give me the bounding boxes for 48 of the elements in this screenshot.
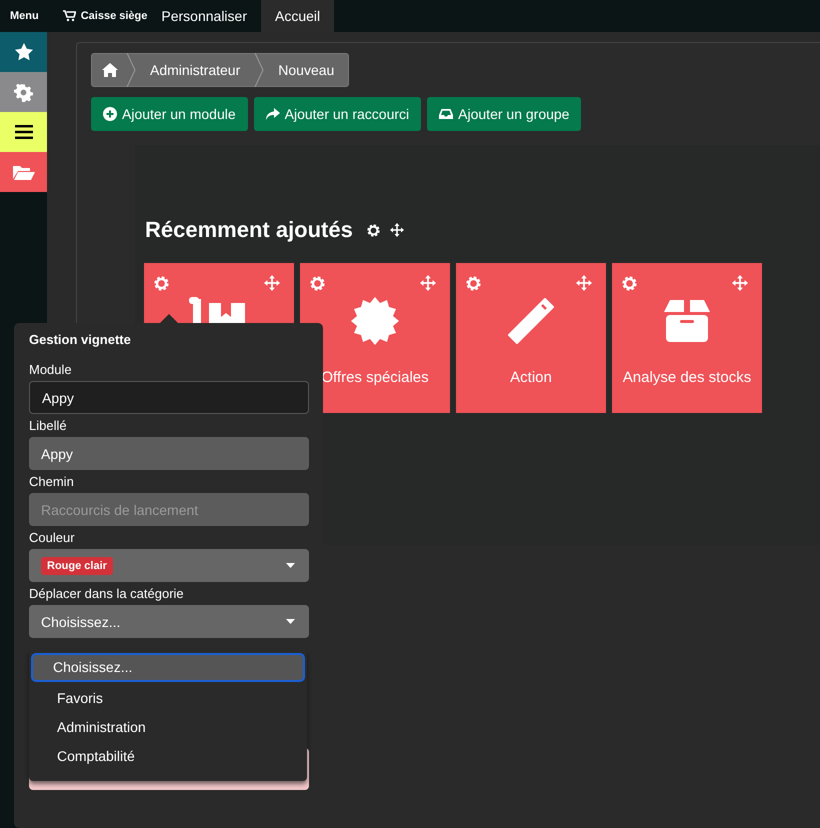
move-icon[interactable] [390, 223, 404, 237]
shop-link[interactable]: Caisse siège [80, 10, 148, 22]
gear-icon[interactable] [366, 224, 380, 236]
dropdown-option[interactable]: Administration [33, 713, 303, 742]
field-label: Module [29, 362, 73, 378]
category-select[interactable]: Choisissez... [29, 605, 309, 638]
badge-icon [349, 295, 401, 347]
gear-icon [14, 82, 33, 102]
share-arrow-icon [266, 108, 280, 120]
star-icon [14, 42, 34, 62]
action-button[interactable]: Ajouter un groupe [427, 97, 582, 131]
breadcrumb-separator [254, 53, 264, 87]
caret-icon [286, 619, 295, 624]
box-icon [664, 298, 710, 344]
field-label: Déplacer dans la catégorie [29, 586, 185, 602]
menu-link[interactable]: Menu [0, 10, 49, 22]
folder-icon [12, 164, 34, 180]
field-label: Chemin [29, 474, 75, 490]
action-button[interactable]: Ajouter un raccourci [254, 97, 422, 131]
plus-circle-icon [103, 107, 117, 121]
tile-label: Action [510, 369, 552, 386]
dropdown-option[interactable]: Favoris [33, 684, 303, 713]
top-tab[interactable]: Accueil [261, 0, 334, 32]
input-field[interactable]: Raccourcis de lancement [29, 493, 309, 526]
breadcrumb-separator [126, 53, 136, 87]
field-label: Libellé [29, 418, 68, 434]
sidebar-button[interactable] [0, 112, 47, 152]
dropdown-option[interactable]: Choisissez... [33, 655, 303, 680]
input-field[interactable]: Appy [29, 381, 309, 414]
wand-icon [505, 295, 557, 347]
top-tab[interactable]: Personnaliser [147, 0, 261, 32]
section-title: Récemment ajoutés [145, 217, 353, 243]
dropdown-option[interactable]: Comptabilité [33, 742, 303, 771]
menu-icon [14, 124, 32, 140]
input-field[interactable]: Appy [29, 437, 309, 470]
inbox-icon [439, 108, 454, 120]
tile-label: Analyse des stocks [622, 369, 752, 386]
home-icon [102, 63, 118, 77]
cart-icon [62, 10, 76, 22]
breadcrumb-item[interactable]: Administrateur [136, 54, 254, 86]
popover-title: Gestion vignette [29, 332, 132, 347]
tile-label: Offres spéciales [321, 369, 429, 386]
action-button[interactable]: Ajouter un module [91, 97, 248, 131]
breadcrumb-item[interactable]: Nouveau [264, 54, 348, 86]
color-select[interactable]: Rouge clair [29, 549, 309, 582]
sidebar-button[interactable] [0, 32, 47, 72]
caret-icon [286, 563, 295, 568]
field-label: Couleur [29, 530, 76, 546]
